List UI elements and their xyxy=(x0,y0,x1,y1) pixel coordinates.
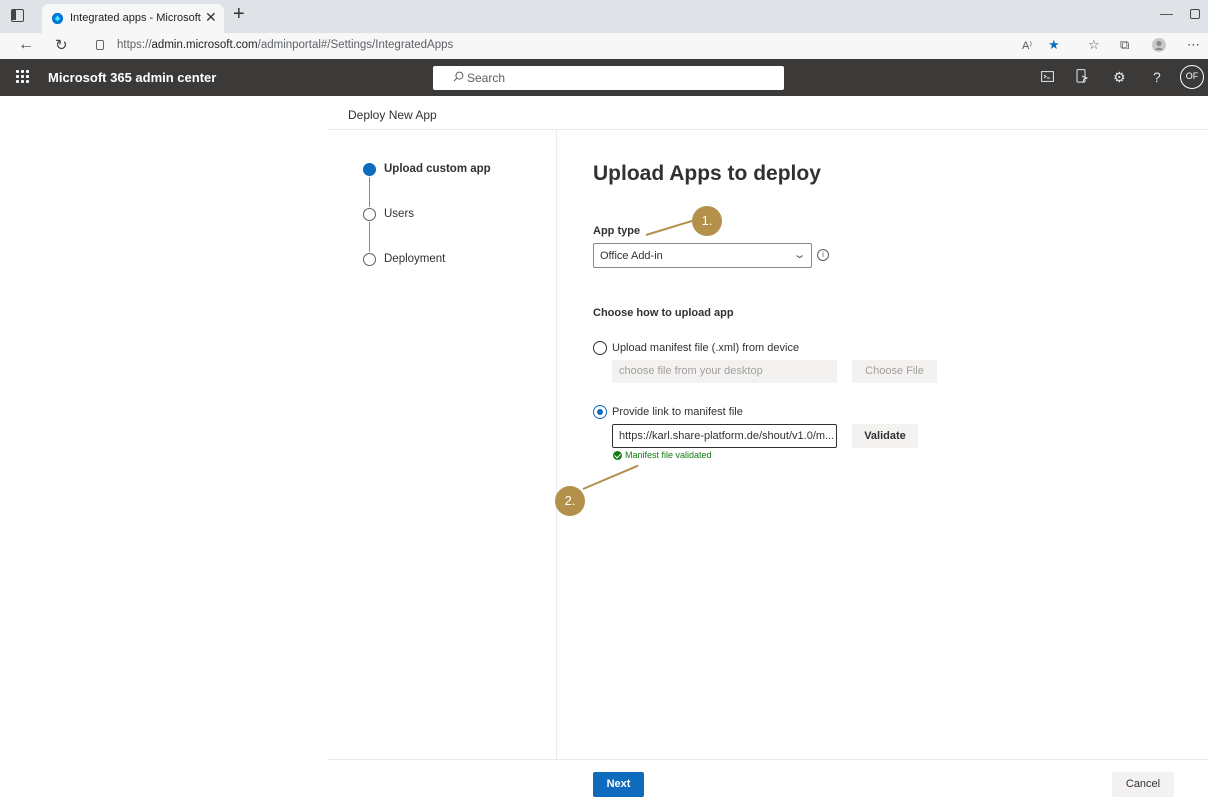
url-host: admin.microsoft.com xyxy=(151,39,258,51)
site-info-icon[interactable] xyxy=(96,40,104,50)
app-title[interactable]: Microsoft 365 admin center xyxy=(48,70,216,85)
cancel-button[interactable]: Cancel xyxy=(1112,772,1174,797)
search-icon xyxy=(453,71,464,82)
back-arrow-icon[interactable]: ← xyxy=(18,36,34,54)
url-prefix: https:// xyxy=(117,39,152,51)
step-dot-icon xyxy=(363,253,376,266)
avatar[interactable]: OF xyxy=(1180,65,1204,89)
upload-method-heading: Choose how to upload app xyxy=(593,307,734,319)
tab-actions-icon[interactable] xyxy=(11,9,24,22)
search-placeholder: Search xyxy=(467,71,506,85)
search-box[interactable]: Search xyxy=(433,66,784,90)
help-icon[interactable]: ? xyxy=(1153,68,1161,86)
validate-button[interactable]: Validate xyxy=(852,424,918,448)
more-icon[interactable]: ⋯ xyxy=(1187,37,1200,53)
radio-provide-link[interactable] xyxy=(593,405,607,419)
step-connector xyxy=(369,177,370,207)
callout-2: 2. xyxy=(555,486,585,516)
url-field[interactable]: https://admin.microsoft.com/adminportal#… xyxy=(117,39,453,51)
refresh-icon[interactable]: ↻ xyxy=(55,36,68,54)
chevron-down-icon: ⌄ xyxy=(792,249,807,261)
collections-icon[interactable]: ⧉ xyxy=(1120,37,1129,53)
panel-title: Deploy New App xyxy=(348,108,437,122)
tab-title: Integrated apps - Microsoft 365 xyxy=(70,12,202,24)
browser-tab[interactable]: Integrated apps - Microsoft 365 ✕ xyxy=(42,4,224,33)
app-type-label: App type xyxy=(593,225,641,237)
new-tab-button[interactable]: + xyxy=(233,4,245,24)
browser-tab-bar: Integrated apps - Microsoft 365 ✕ + — xyxy=(0,0,1208,33)
divider xyxy=(328,759,1208,760)
admin-favicon-icon xyxy=(51,12,64,25)
step-dot-icon xyxy=(363,163,376,176)
manifest-link-value: https://karl.share-platform.de/shout/v1.… xyxy=(619,430,835,442)
mobile-icon[interactable] xyxy=(1076,69,1088,83)
minimize-icon[interactable]: — xyxy=(1160,6,1173,21)
step-dot-icon xyxy=(363,208,376,221)
divider xyxy=(328,129,1208,130)
app-type-dropdown[interactable]: Office Add-in ⌄ xyxy=(593,243,812,268)
address-bar: ← ↻ https://admin.microsoft.com/adminpor… xyxy=(0,33,1208,59)
file-path-placeholder: choose file from your desktop xyxy=(619,365,763,377)
callout-pointer xyxy=(645,217,699,236)
radio-upload-device[interactable] xyxy=(593,341,607,355)
choose-file-button: Choose File xyxy=(852,360,937,383)
content-title: Upload Apps to deploy xyxy=(593,162,821,185)
favorite-star-icon[interactable]: ★ xyxy=(1048,37,1060,53)
callout-pointer xyxy=(582,464,639,490)
radio-upload-device-label[interactable]: Upload manifest file (.xml) from device xyxy=(612,342,799,354)
step-upload-custom-app: Upload custom app xyxy=(384,163,491,175)
next-button[interactable]: Next xyxy=(593,772,644,797)
step-connector xyxy=(369,222,370,252)
app-launcher-icon[interactable] xyxy=(16,70,30,84)
validation-message: Manifest file validated xyxy=(625,450,712,460)
radio-provide-link-label[interactable]: Provide link to manifest file xyxy=(612,406,743,418)
m365-header: Microsoft 365 admin center Search ⚙ ? OF xyxy=(0,59,1208,96)
step-users: Users xyxy=(384,208,415,220)
settings-icon[interactable]: ⚙ xyxy=(1113,68,1126,86)
maximize-icon[interactable] xyxy=(1190,9,1200,19)
terminal-icon[interactable] xyxy=(1041,70,1054,83)
read-aloud-icon[interactable]: A⁾ xyxy=(1022,39,1032,52)
info-icon[interactable]: i xyxy=(817,249,829,261)
app-type-value: Office Add-in xyxy=(600,250,663,262)
url-path: /adminportal#/Settings/IntegratedApps xyxy=(257,39,454,51)
callout-1: 1. xyxy=(692,206,722,236)
divider xyxy=(556,129,557,759)
profile-icon[interactable] xyxy=(1152,38,1166,52)
favorites-icon[interactable]: ☆ xyxy=(1088,37,1100,53)
file-path-field: choose file from your desktop xyxy=(612,360,837,383)
manifest-link-input[interactable]: https://karl.share-platform.de/shout/v1.… xyxy=(612,424,837,448)
step-deployment: Deployment xyxy=(384,253,446,265)
check-circle-icon xyxy=(613,451,622,460)
tab-close-icon[interactable]: ✕ xyxy=(205,9,217,26)
